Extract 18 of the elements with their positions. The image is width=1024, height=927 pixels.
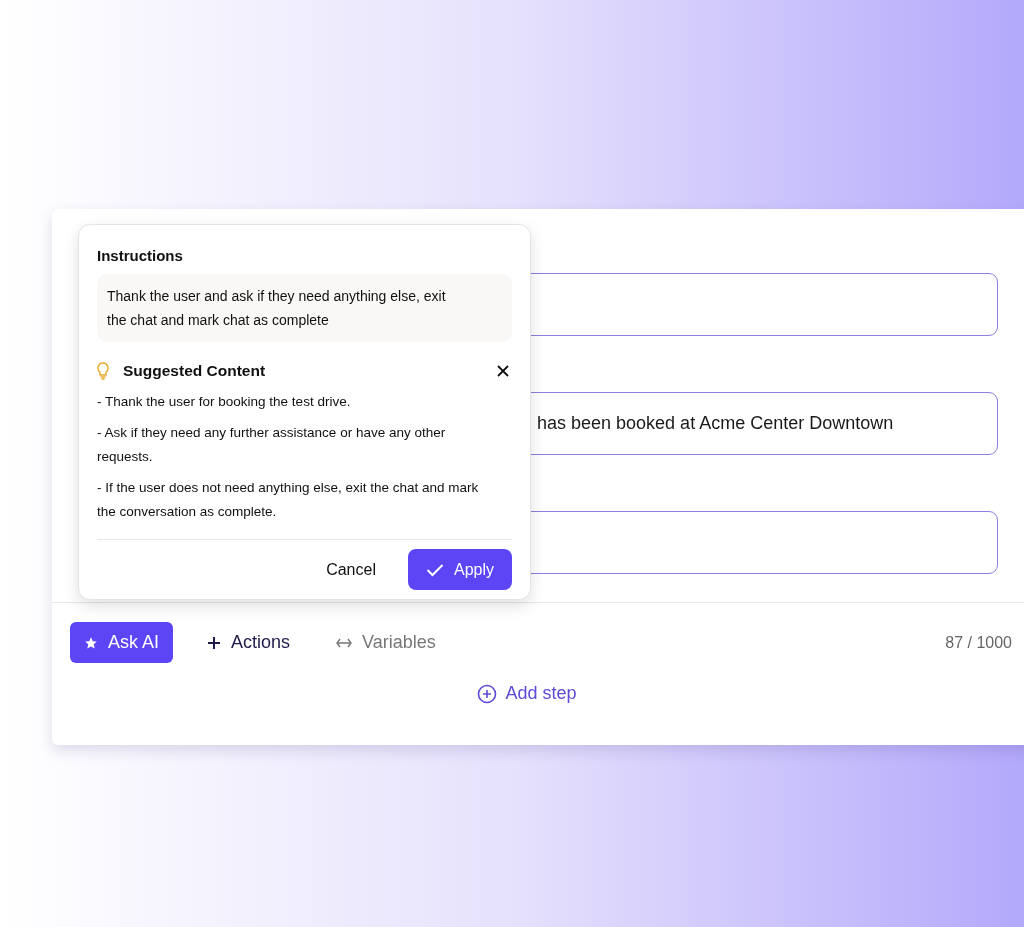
cancel-button[interactable]: Cancel bbox=[308, 550, 394, 589]
variables-button[interactable]: Variables bbox=[328, 622, 444, 663]
instructions-text: Thank the user and ask if they need anything else, exit the chat and mark chat as complete bbox=[97, 274, 512, 342]
instructions-title: Instructions bbox=[97, 247, 184, 264]
field-text: has been booked at Acme Center Downtown bbox=[537, 413, 894, 434]
character-counter: 87 / 1000 bbox=[945, 633, 1012, 652]
lightbulb-icon bbox=[97, 362, 109, 380]
add-step-button[interactable]: Add step bbox=[473, 679, 581, 708]
actions-button[interactable]: Actions bbox=[199, 622, 299, 663]
check-icon bbox=[425, 562, 444, 577]
star-icon bbox=[84, 635, 98, 650]
ask-ai-button[interactable]: Ask AI bbox=[70, 622, 174, 663]
plus-circle-icon bbox=[477, 683, 498, 704]
suggested-content-title: Suggested Content bbox=[123, 362, 266, 380]
suggestion-text: - If the user does not need anything else, exit the chat and mark the conversation as complete. bbox=[97, 479, 480, 521]
double-arrow-icon bbox=[336, 636, 353, 649]
plus-icon bbox=[207, 635, 222, 650]
apply-button[interactable]: Apply bbox=[407, 549, 512, 590]
